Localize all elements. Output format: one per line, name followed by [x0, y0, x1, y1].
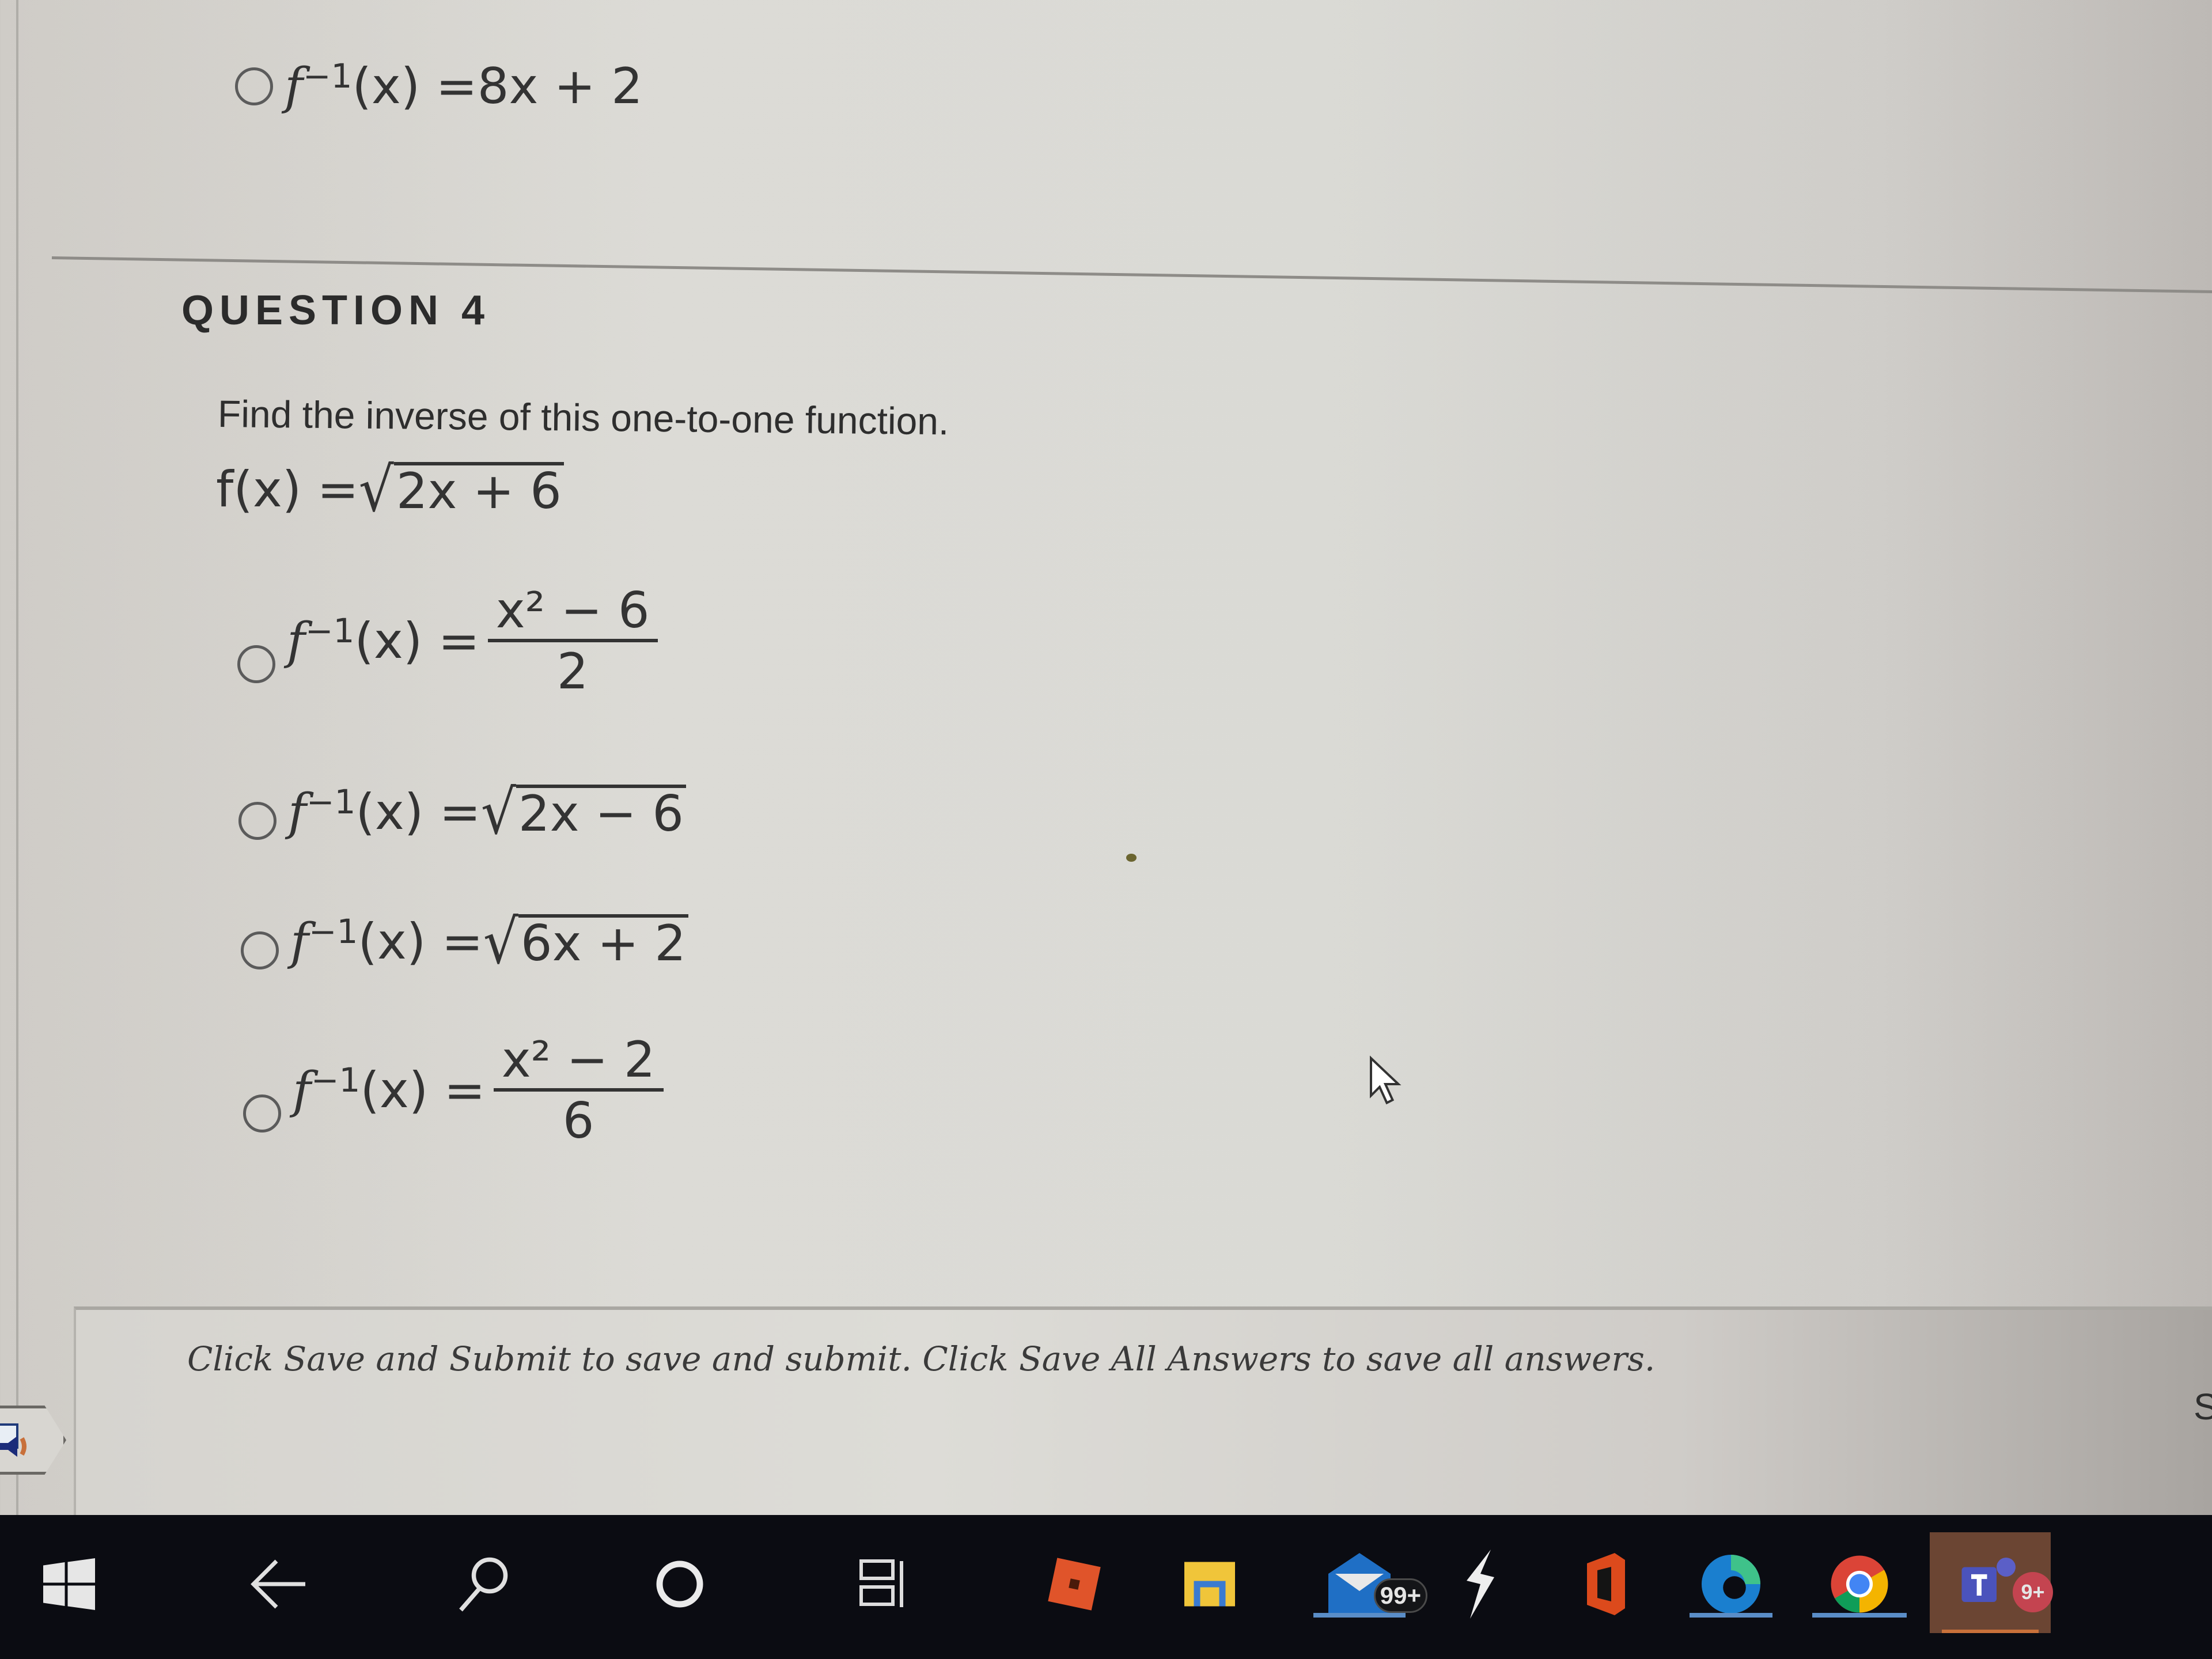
- func-name: f: [290, 913, 309, 971]
- denominator: 6: [562, 1092, 594, 1150]
- option-expression: f −1 (x) = x² − 26: [293, 1034, 664, 1147]
- func-arg: (x) =: [358, 913, 483, 971]
- option-rhs: 8x + 2: [477, 58, 643, 115]
- func-arg: (x) =: [352, 58, 478, 115]
- numerator: x² − 2: [493, 1034, 664, 1092]
- func-name: f: [285, 58, 303, 115]
- inverse-exponent: −1: [310, 1060, 361, 1100]
- inverse-exponent: −1: [302, 56, 353, 96]
- option-expression: f −1 (x) = √ 2x − 6: [288, 777, 686, 848]
- radicand: 2x − 6: [516, 784, 686, 840]
- radio-button[interactable]: [237, 645, 275, 684]
- denominator: 2: [556, 643, 589, 701]
- windows-taskbar: 99+ 9+: [0, 1515, 2212, 1659]
- teams-icon: [1961, 1557, 2016, 1602]
- taskbar-back[interactable]: [236, 1538, 317, 1630]
- radical-sign: √: [483, 906, 518, 978]
- radicand: 2x + 6: [393, 461, 564, 517]
- question-prompt: Find the inverse of this one-to-one func…: [217, 392, 949, 443]
- func-arg: (x) =: [360, 1062, 486, 1120]
- sqrt: √ 2x − 6: [480, 777, 686, 848]
- option-expression: f −1 (x) = √ 6x + 2: [290, 906, 688, 978]
- func-name: f: [287, 612, 305, 671]
- func-name: f: [288, 783, 306, 841]
- bolt-icon: [1467, 1550, 1494, 1619]
- taskbar-chrome[interactable]: [1800, 1538, 1918, 1630]
- quiz-page: f −1 (x) = 8x + 2 QUESTION 4 Find the inve…: [0, 0, 2212, 1520]
- func-name: f: [293, 1062, 311, 1120]
- option-expression: f −1 (x) = 8x + 2: [285, 56, 643, 115]
- running-indicator: [1690, 1613, 1772, 1618]
- footer-instructions: Click Save and Submit to save and submit…: [187, 1339, 1656, 1378]
- radicand: 6x + 2: [518, 914, 688, 969]
- answer-option-4[interactable]: f −1 (x) = x² − 26: [243, 1034, 664, 1147]
- func-arg: (x) =: [355, 783, 481, 841]
- speaker-icon: [0, 1423, 26, 1457]
- fraction: x² − 26: [493, 1034, 664, 1150]
- screen-smudge: [1126, 854, 1137, 862]
- submit-footer: [74, 1306, 2212, 1520]
- task-view-icon: [859, 1559, 903, 1607]
- taskbar-cortana[interactable]: [642, 1538, 717, 1630]
- taskbar-search[interactable]: [444, 1538, 524, 1630]
- mouse-cursor-icon: [1370, 1055, 1402, 1105]
- mail-badge: 99+: [1373, 1578, 1427, 1613]
- radical-sign: √: [480, 777, 516, 848]
- back-arrow-icon: [251, 1559, 305, 1609]
- search-icon: [459, 1557, 508, 1612]
- taskbar-mail[interactable]: 99+: [1302, 1538, 1427, 1630]
- radical-sign: √: [358, 454, 394, 525]
- cortana-circle-icon: [656, 1560, 703, 1608]
- answer-option-2[interactable]: f −1 (x) = √ 2x − 6: [238, 777, 686, 848]
- inverse-exponent: −1: [305, 611, 355, 651]
- read-aloud-tab[interactable]: [0, 1406, 66, 1475]
- windows-logo-icon: [43, 1558, 95, 1610]
- answer-option-1[interactable]: f −1 (x) = x² − 62: [237, 585, 658, 698]
- taskbar-file-explorer[interactable]: [1164, 1538, 1256, 1630]
- office-icon: [1587, 1553, 1625, 1615]
- running-indicator: [1812, 1613, 1907, 1618]
- option-expression: f −1 (x) = x² − 62: [287, 585, 658, 698]
- save-button-partial[interactable]: S: [2194, 1385, 2212, 1428]
- running-indicator: [1313, 1613, 1406, 1618]
- taskbar-office[interactable]: [1561, 1538, 1647, 1630]
- taskbar-teams[interactable]: 9+: [1930, 1532, 2053, 1633]
- answer-option-3[interactable]: f −1 (x) = √ 6x + 2: [241, 906, 688, 978]
- function-lhs: f(x) =: [216, 461, 359, 518]
- edge-icon: [1702, 1555, 1760, 1613]
- question-title: QUESTION 4: [181, 287, 491, 334]
- prev-question-option[interactable]: f −1 (x) = 8x + 2: [235, 56, 643, 115]
- taskbar-start[interactable]: [35, 1538, 104, 1630]
- sqrt: √ 6x + 2: [483, 906, 688, 978]
- inverse-exponent: −1: [306, 782, 356, 821]
- radio-button[interactable]: [238, 802, 276, 840]
- taskbar-app-bolt[interactable]: [1440, 1538, 1521, 1630]
- fraction: x² − 62: [487, 585, 658, 701]
- sqrt: √ 2x + 6: [358, 454, 564, 525]
- func-arg: (x) =: [354, 612, 480, 671]
- roblox-icon: [1048, 1558, 1101, 1611]
- chrome-icon: [1831, 1555, 1888, 1613]
- taskbar-roblox[interactable]: [1031, 1538, 1118, 1630]
- radio-button[interactable]: [243, 1094, 281, 1133]
- taskbar-edge[interactable]: [1679, 1538, 1783, 1630]
- numerator: x² − 6: [487, 585, 658, 643]
- left-border: [16, 0, 18, 1515]
- teams-badge: 9+: [2013, 1572, 2053, 1612]
- radio-button[interactable]: [241, 931, 279, 969]
- active-indicator: [1942, 1630, 2039, 1633]
- taskbar-task-view[interactable]: [847, 1538, 922, 1630]
- inverse-exponent: −1: [308, 912, 358, 951]
- question-function: f(x) = √ 2x + 6: [216, 454, 564, 525]
- folder-icon: [1184, 1562, 1235, 1607]
- radio-button[interactable]: [235, 67, 273, 105]
